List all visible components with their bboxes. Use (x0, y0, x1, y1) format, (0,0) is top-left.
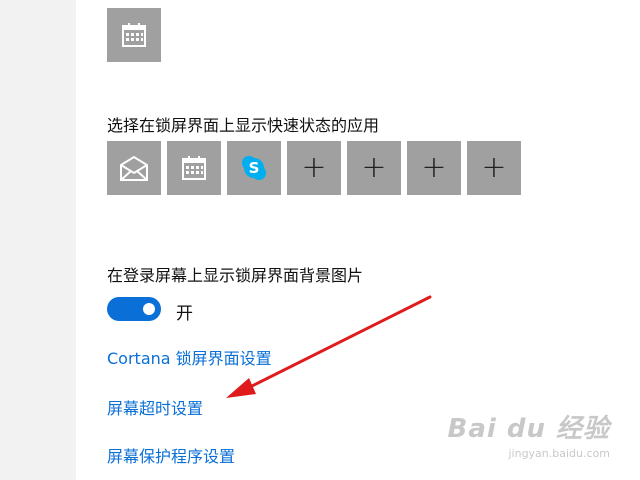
add-icon: + (481, 150, 507, 185)
watermark-sub: jingyan.baidu.com (508, 447, 610, 460)
quick-status-tile-add-4[interactable]: + (467, 141, 521, 195)
quick-status-tile-mail[interactable] (107, 141, 161, 195)
quick-status-tile-add-1[interactable]: + (287, 141, 341, 195)
calendar-icon (182, 156, 206, 180)
toggle-knob (143, 303, 155, 315)
add-icon: + (301, 150, 327, 185)
toggle-state-label: 开 (176, 304, 193, 324)
quick-status-heading: 选择在锁屏界面上显示快速状态的应用 (107, 116, 380, 135)
quick-status-tile-calendar[interactable] (167, 141, 221, 195)
quick-status-tile-add-2[interactable]: + (347, 141, 401, 195)
detailed-status-app-tile[interactable] (107, 8, 161, 62)
background-on-signin-heading: 在登录屏幕上显示锁屏界面背景图片 (107, 266, 364, 285)
cortana-lock-screen-settings-link[interactable]: Cortana 锁屏界面设置 (107, 345, 272, 369)
quick-status-tile-skype[interactable]: S (227, 141, 281, 195)
sidebar-strip (0, 0, 76, 480)
screen-timeout-settings-link[interactable]: 屏幕超时设置 (107, 395, 203, 419)
screen-saver-settings-link[interactable]: 屏幕保护程序设置 (107, 443, 235, 467)
add-icon: + (361, 150, 387, 185)
mail-icon (120, 155, 148, 181)
skype-glyph: S (249, 159, 260, 177)
background-on-signin-toggle[interactable] (107, 297, 161, 321)
skype-icon: S (242, 156, 266, 180)
lock-screen-settings-page: 选择在锁屏界面上显示快速状态的应用 S + + + + 在登录屏幕上显示锁屏界面… (0, 0, 640, 480)
quick-status-tile-add-3[interactable]: + (407, 141, 461, 195)
baidu-watermark: Bai du 经验 jingyan.baidu.com (448, 408, 611, 460)
calendar-icon (122, 23, 146, 47)
add-icon: + (421, 150, 447, 185)
watermark-main: Bai du 经验 (447, 414, 610, 444)
